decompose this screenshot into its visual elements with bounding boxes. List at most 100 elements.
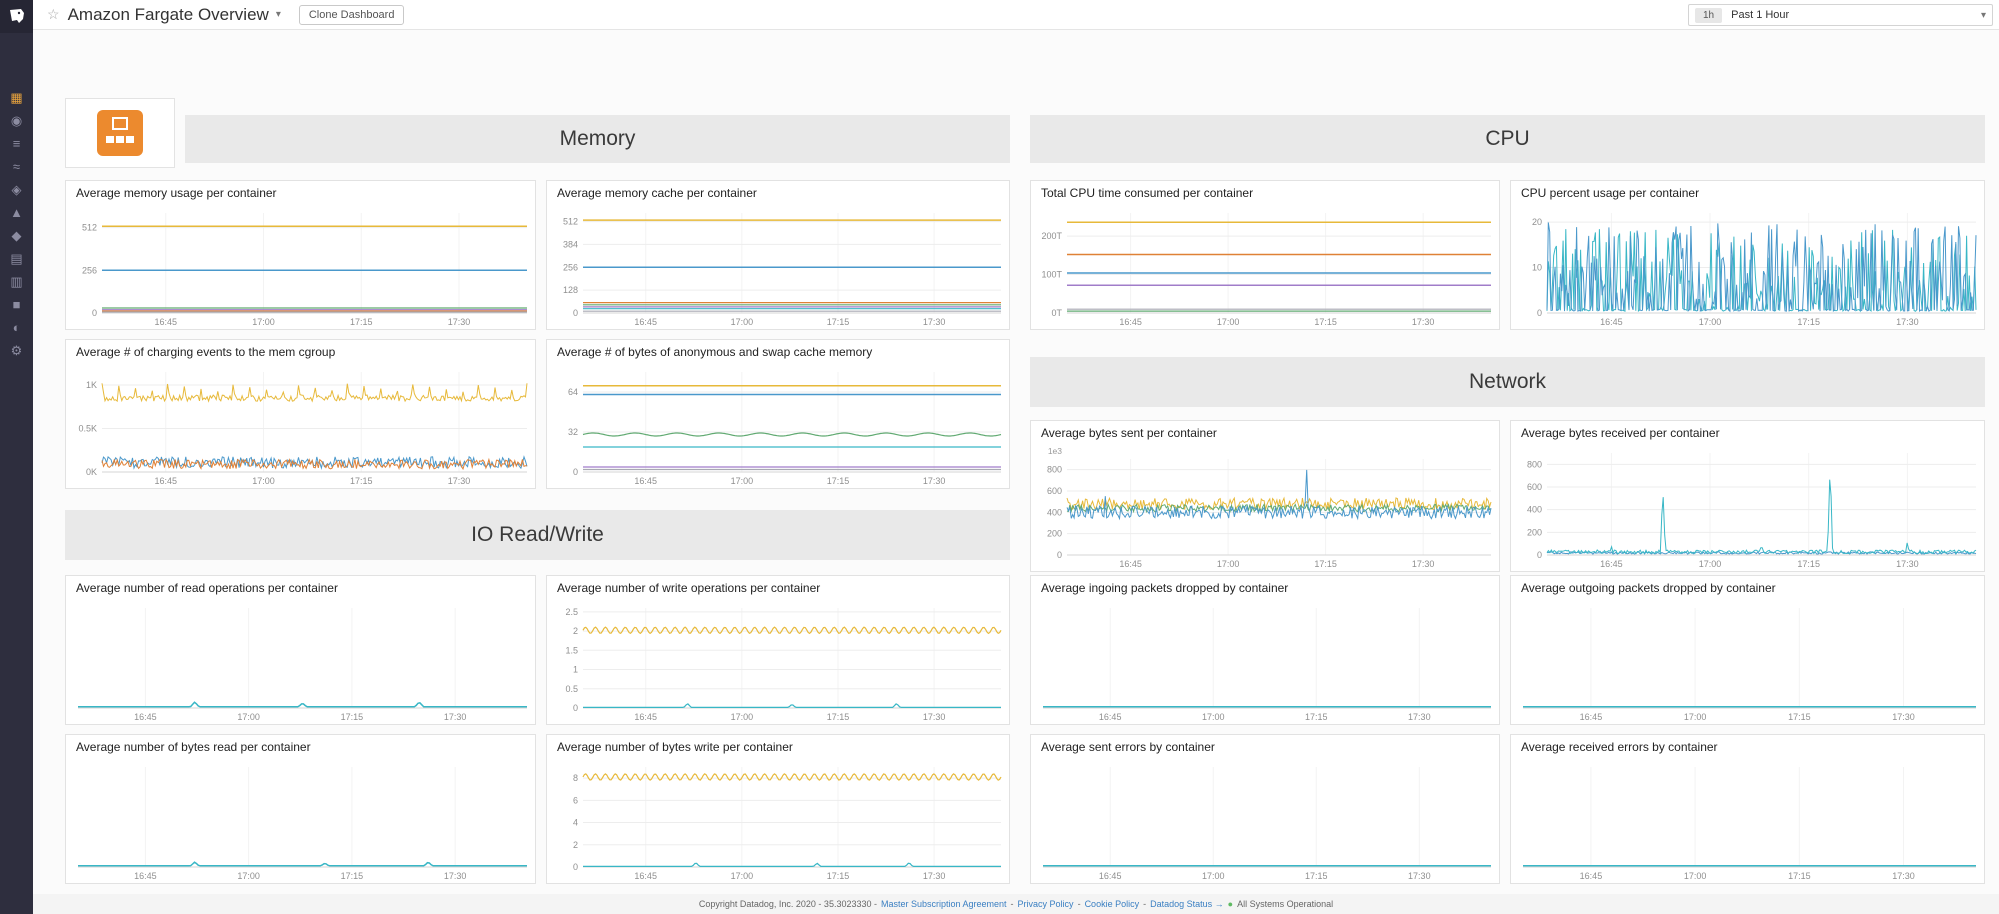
metrics-icon[interactable]: ≈: [13, 160, 20, 174]
svg-text:256: 256: [563, 262, 578, 272]
chart-card-net-sent-err[interactable]: Average sent errors by container 16:4517…: [1030, 734, 1500, 884]
chart-card-mem-anon[interactable]: Average # of bytes of anonymous and swap…: [546, 339, 1010, 489]
footer-link-cookie[interactable]: Cookie Policy: [1085, 899, 1140, 909]
security-icon[interactable]: ◐: [13, 321, 21, 335]
section-title-memory: Memory: [560, 127, 636, 151]
time-picker-chevron-down-icon[interactable]: ▾: [1981, 10, 1986, 21]
svg-text:2: 2: [573, 840, 578, 850]
svg-text:0: 0: [573, 703, 578, 713]
svg-text:16:45: 16:45: [634, 476, 657, 486]
svg-text:17:00: 17:00: [731, 317, 754, 327]
time-badge[interactable]: 1h: [1695, 8, 1722, 23]
events-icon[interactable]: ≡: [13, 137, 21, 151]
chart-card-mem-charging[interactable]: Average # of charging events to the mem …: [65, 339, 536, 489]
svg-text:512: 512: [563, 217, 578, 227]
infrastructure-icon[interactable]: ◈: [12, 183, 22, 197]
footer-link-privacy[interactable]: Privacy Policy: [1018, 899, 1074, 909]
svg-text:0: 0: [92, 308, 97, 318]
svg-text:17:30: 17:30: [1412, 559, 1435, 569]
svg-text:400: 400: [1527, 505, 1542, 515]
svg-text:17:30: 17:30: [923, 476, 946, 486]
svg-text:17:30: 17:30: [1408, 712, 1431, 722]
chart-card-net-out-dropped[interactable]: Average outgoing packets dropped by cont…: [1510, 575, 1985, 725]
chart-card-cpu-time[interactable]: Total CPU time consumed per container 20…: [1030, 180, 1500, 330]
svg-text:17:30: 17:30: [448, 476, 471, 486]
chart-title: Average number of bytes read per contain…: [66, 735, 535, 756]
chart-card-net-recv[interactable]: Average bytes received per container 800…: [1510, 420, 1985, 572]
chart-title: CPU percent usage per container: [1511, 181, 1984, 202]
time-range-picker[interactable]: 1h Past 1 Hour ▾: [1688, 4, 1993, 26]
watchdog-icon[interactable]: ◉: [11, 114, 22, 128]
svg-text:16:45: 16:45: [1119, 559, 1142, 569]
footer-link-msa[interactable]: Master Subscription Agreement: [881, 899, 1007, 909]
svg-text:17:15: 17:15: [1788, 712, 1811, 722]
svg-text:17:15: 17:15: [1305, 871, 1328, 881]
chart-card-io-write-bytes[interactable]: Average number of bytes write per contai…: [546, 734, 1010, 884]
chart-card-io-read-bytes[interactable]: Average number of bytes read per contain…: [65, 734, 536, 884]
svg-text:17:00: 17:00: [731, 712, 754, 722]
chart-title: Average # of bytes of anonymous and swap…: [547, 340, 1009, 361]
svg-text:2.5: 2.5: [565, 607, 578, 617]
svg-text:17:00: 17:00: [252, 317, 275, 327]
svg-text:17:15: 17:15: [827, 712, 850, 722]
chart-card-cpu-percent[interactable]: CPU percent usage per container 2010016:…: [1510, 180, 1985, 330]
svg-text:1K: 1K: [86, 380, 97, 390]
integrations-icon[interactable]: ▤: [10, 252, 22, 266]
svg-text:17:30: 17:30: [448, 317, 471, 327]
dashboard-title[interactable]: Amazon Fargate Overview: [68, 5, 269, 25]
title-chevron-down-icon[interactable]: ▾: [276, 9, 281, 20]
logs-icon[interactable]: ▥: [10, 275, 22, 289]
datadog-logo-icon[interactable]: [0, 0, 33, 33]
notebooks-icon[interactable]: ■: [13, 298, 21, 312]
svg-text:6: 6: [573, 795, 578, 805]
svg-text:17:15: 17:15: [1797, 559, 1820, 569]
chart-plot: 200T100T0T16:4517:0017:1517:30: [1031, 204, 1499, 329]
svg-text:17:00: 17:00: [731, 476, 754, 486]
svg-text:16:45: 16:45: [1119, 317, 1142, 327]
svg-text:17:00: 17:00: [731, 871, 754, 881]
dashboard-canvas: Memory CPU Network IO Read/Write Average…: [0, 0, 1999, 914]
monitors-icon[interactable]: ▲: [10, 206, 23, 220]
fargate-logo-icon: [97, 110, 143, 156]
dashboards-icon[interactable]: ▦: [10, 91, 22, 105]
svg-text:17:00: 17:00: [252, 476, 275, 486]
svg-text:256: 256: [82, 265, 97, 275]
footer-link-status[interactable]: Datadog Status →: [1150, 899, 1224, 909]
svg-text:4: 4: [573, 818, 578, 828]
svg-text:20: 20: [1532, 217, 1542, 227]
chart-card-io-write-ops[interactable]: Average number of write operations per c…: [546, 575, 1010, 725]
svg-text:1e3: 1e3: [1048, 446, 1062, 456]
chart-plot: 800600400200016:4517:0017:1517:30: [1511, 444, 1984, 571]
svg-text:17:30: 17:30: [1412, 317, 1435, 327]
svg-text:16:45: 16:45: [1600, 559, 1623, 569]
settings-icon[interactable]: ⚙: [11, 344, 23, 358]
clone-dashboard-button[interactable]: Clone Dashboard: [299, 5, 405, 25]
chart-card-mem-usage[interactable]: Average memory usage per container 51225…: [65, 180, 536, 330]
svg-text:17:15: 17:15: [350, 317, 373, 327]
chart-plot: 512384256128016:4517:0017:1517:30: [547, 204, 1009, 329]
chart-card-net-sent[interactable]: Average bytes sent per container 8006004…: [1030, 420, 1500, 572]
svg-text:16:45: 16:45: [154, 476, 177, 486]
chart-title: Average # of charging events to the mem …: [66, 340, 535, 361]
favorite-star-icon[interactable]: ☆: [47, 6, 60, 23]
svg-text:512: 512: [82, 223, 97, 233]
chart-title: Average received errors by container: [1511, 735, 1984, 756]
chart-card-io-read-ops[interactable]: Average number of read operations per co…: [65, 575, 536, 725]
chart-plot: 16:4517:0017:1517:30: [1511, 758, 1984, 883]
svg-text:16:45: 16:45: [154, 317, 177, 327]
svg-text:17:30: 17:30: [923, 871, 946, 881]
svg-text:200: 200: [1047, 529, 1062, 539]
svg-text:600: 600: [1047, 486, 1062, 496]
svg-text:17:30: 17:30: [1896, 559, 1919, 569]
svg-text:0: 0: [573, 862, 578, 872]
chart-title: Average bytes received per container: [1511, 421, 1984, 442]
chart-card-net-recv-err[interactable]: Average received errors by container 16:…: [1510, 734, 1985, 884]
svg-text:1.5: 1.5: [565, 645, 578, 655]
chart-card-net-in-dropped[interactable]: Average ingoing packets dropped by conta…: [1030, 575, 1500, 725]
chart-title: Average ingoing packets dropped by conta…: [1031, 576, 1499, 597]
fargate-logo-tile: [65, 98, 175, 168]
chart-card-mem-cache[interactable]: Average memory cache per container 51238…: [546, 180, 1010, 330]
svg-text:0T: 0T: [1051, 308, 1062, 318]
apm-icon[interactable]: ◆: [12, 229, 22, 243]
status-text: All Systems Operational: [1237, 899, 1333, 909]
